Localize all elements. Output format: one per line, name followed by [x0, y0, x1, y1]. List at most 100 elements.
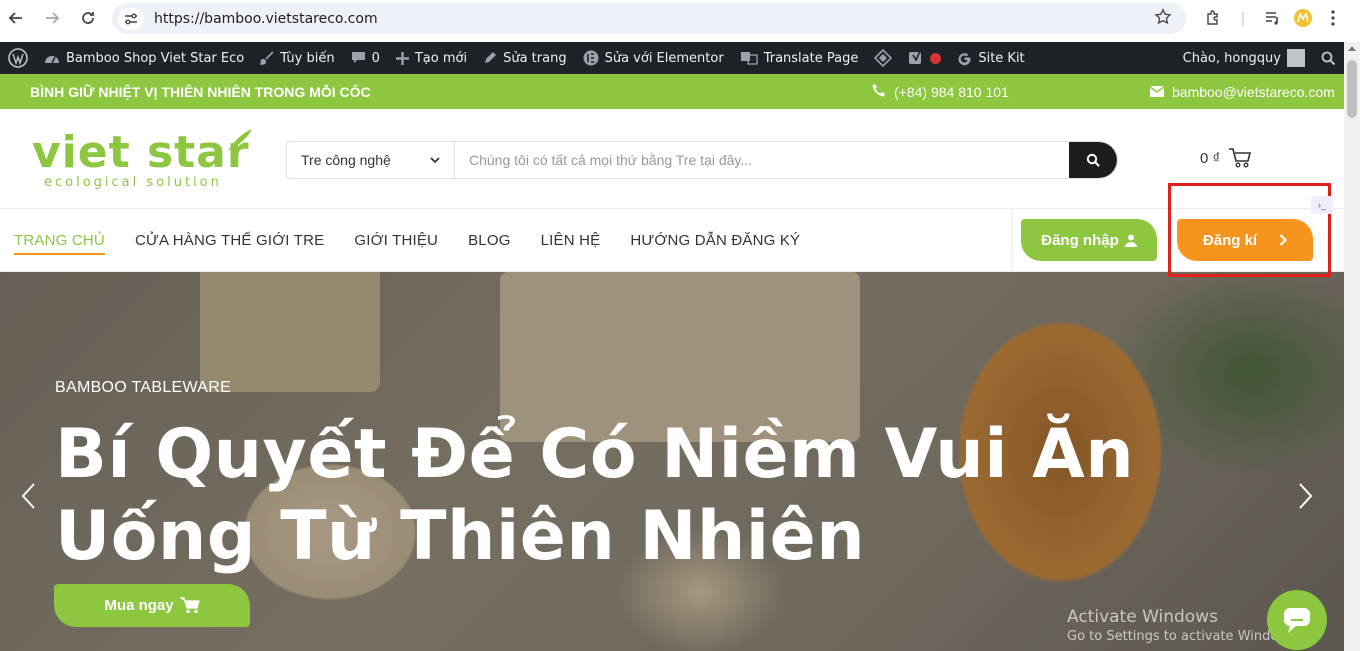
- profile-avatar-icon[interactable]: [1288, 6, 1318, 30]
- url-text[interactable]: https://bamboo.vietstareco.com: [154, 11, 378, 27]
- register-highlight-box: [1168, 183, 1331, 277]
- browser-menu-icon[interactable]: [1318, 6, 1348, 30]
- admin-comments-count: 0: [371, 50, 380, 66]
- forward-icon[interactable]: [40, 6, 64, 30]
- scroll-thumb[interactable]: [1347, 60, 1357, 118]
- cart-icon: [1229, 148, 1252, 168]
- pencil-icon: [483, 51, 497, 65]
- windows-activation-watermark: Activate Windows Go to Settings to activ…: [1067, 607, 1300, 644]
- logo-leaf-icon: [228, 129, 252, 151]
- toolbar-divider: |: [1241, 9, 1245, 27]
- yoast-icon: [908, 50, 924, 66]
- admin-avatar: [1287, 49, 1305, 67]
- admin-comments[interactable]: 0: [343, 42, 388, 74]
- nav-item-contact[interactable]: LIÊN HỆ: [541, 232, 601, 249]
- search-category-value: Tre công nghệ: [301, 152, 391, 168]
- browser-toolbar: https://bamboo.vietstareco.com |: [0, 0, 1360, 37]
- admin-translate[interactable]: Translate Page: [732, 42, 867, 74]
- nav-divider: [1011, 209, 1012, 272]
- logo-text: viet star: [32, 127, 250, 178]
- buy-now-label: Mua ngay: [104, 597, 174, 614]
- site-settings-icon[interactable]: [118, 7, 144, 30]
- cart-link[interactable]: 0 ₫: [1200, 147, 1252, 169]
- seo-status-dot: [930, 52, 942, 64]
- email-address: bamboo@vietstareco.com: [1172, 83, 1335, 100]
- contact-email[interactable]: bamboo@vietstareco.com: [1149, 83, 1335, 100]
- media-control-icon[interactable]: [1258, 6, 1288, 30]
- brush-icon: [260, 51, 274, 65]
- watermark-line-2: Go to Settings to activate Windows.: [1067, 629, 1300, 644]
- login-button-label: Đăng nhập: [1041, 231, 1119, 249]
- translate-widget-icon[interactable]: ›_: [1311, 196, 1333, 214]
- promo-tagline: BÌNH GIỮ NHIỆT VỊ THIÊN NHIÊN TRONG MỖI …: [30, 83, 371, 100]
- admin-site-kit[interactable]: Site Kit: [949, 42, 1032, 74]
- cart-total: 0 ₫: [1200, 149, 1221, 167]
- admin-edit-page[interactable]: Sửa trang: [475, 42, 575, 74]
- product-search: Tre công nghệ: [286, 141, 1118, 179]
- contact-phone[interactable]: (+84) 984 810 101: [872, 83, 1009, 100]
- top-info-strip: BÌNH GIỮ NHIỆT VỊ THIÊN NHIÊN TRONG MỖI …: [0, 74, 1344, 109]
- admin-site-name-label: Bamboo Shop Viet Star Eco: [66, 50, 245, 66]
- dashboard-icon: [44, 51, 60, 65]
- search-category-select[interactable]: Tre công nghệ: [287, 142, 455, 178]
- admin-customize-label: Tùy biến: [280, 50, 335, 66]
- back-icon[interactable]: [4, 6, 28, 30]
- admin-search-icon[interactable]: [1313, 42, 1344, 74]
- nav-item-blog[interactable]: BLOG: [468, 232, 510, 249]
- slider-next-icon[interactable]: [1298, 482, 1314, 517]
- admin-diamond-icon[interactable]: [866, 42, 900, 74]
- hero-slider: BAMBOO TABLEWARE Bí Quyết Để Có Niềm Vui…: [0, 272, 1344, 651]
- page-scrollbar[interactable]: [1344, 42, 1360, 651]
- admin-account[interactable]: Chào, hongquy: [1175, 42, 1313, 74]
- comment-icon: [351, 51, 366, 65]
- wp-admin-bar: Bamboo Shop Viet Star Eco Tùy biến 0 Tạo…: [0, 42, 1344, 74]
- google-g-icon: [957, 51, 972, 66]
- nav-item-shop[interactable]: CỬA HÀNG THẾ GIỚI TRE: [135, 232, 324, 249]
- nav-item-about[interactable]: GIỚI THIỆU: [354, 232, 438, 249]
- nav-item-home[interactable]: TRANG CHỦ: [14, 232, 105, 255]
- chevron-down-icon: [430, 156, 440, 163]
- reload-icon[interactable]: [76, 6, 100, 30]
- cart-icon: [179, 597, 200, 614]
- user-icon: [1124, 234, 1137, 247]
- envelope-icon: [1149, 84, 1165, 100]
- admin-new-label: Tạo mới: [414, 50, 468, 66]
- hero-eyebrow: BAMBOO TABLEWARE: [55, 379, 232, 396]
- site-logo[interactable]: viet star ecological solution: [30, 127, 260, 191]
- search-icon: [1086, 153, 1100, 167]
- bookmark-star-icon[interactable]: [1154, 8, 1172, 31]
- phone-number: (+84) 984 810 101: [894, 83, 1009, 100]
- admin-edit-elementor[interactable]: Sửa với Elementor: [575, 42, 732, 74]
- admin-seo[interactable]: [900, 42, 949, 74]
- chat-button[interactable]: [1267, 590, 1327, 650]
- admin-new[interactable]: Tạo mới: [388, 42, 475, 74]
- admin-edit-page-label: Sửa trang: [503, 50, 567, 66]
- admin-site-kit-label: Site Kit: [978, 50, 1025, 66]
- chat-icon: [1284, 608, 1310, 633]
- address-bar[interactable]: https://bamboo.vietstareco.com: [112, 3, 1186, 34]
- slider-prev-icon[interactable]: [20, 482, 36, 517]
- main-navigation: TRANG CHỦ CỬA HÀNG THẾ GIỚI TRE GIỚI THI…: [0, 209, 1344, 272]
- extensions-icon[interactable]: [1198, 6, 1228, 30]
- site-header: viet star ecological solution Tre công n…: [0, 109, 1344, 209]
- nav-item-register-guide[interactable]: HƯỚNG DẪN ĐĂNG KÝ: [630, 232, 800, 249]
- search-input[interactable]: [455, 142, 1069, 178]
- buy-now-button[interactable]: Mua ngay: [54, 584, 250, 627]
- hero-title: Bí Quyết Để Có Niềm Vui Ăn Uống Từ Thiên…: [55, 415, 1135, 576]
- phone-icon: [872, 83, 886, 100]
- nav-menu: TRANG CHỦ CỬA HÀNG THẾ GIỚI TRE GIỚI THI…: [14, 209, 800, 272]
- plus-icon: [395, 51, 409, 65]
- admin-customize[interactable]: Tùy biến: [252, 42, 342, 74]
- search-button[interactable]: [1069, 142, 1117, 178]
- admin-greeting: Chào, hongquy: [1182, 50, 1281, 66]
- admin-site-name[interactable]: Bamboo Shop Viet Star Eco: [36, 42, 252, 74]
- logo-tagline: ecological solution: [44, 175, 222, 190]
- watermark-line-1: Activate Windows: [1067, 607, 1218, 627]
- login-button[interactable]: Đăng nhập: [1021, 219, 1157, 261]
- translate-icon: [740, 51, 758, 65]
- admin-translate-label: Translate Page: [763, 50, 859, 66]
- wp-logo-icon[interactable]: [0, 42, 36, 74]
- scroll-up-icon[interactable]: [1348, 46, 1356, 51]
- admin-edit-elementor-label: Sửa với Elementor: [604, 50, 724, 66]
- elementor-icon: [583, 50, 599, 66]
